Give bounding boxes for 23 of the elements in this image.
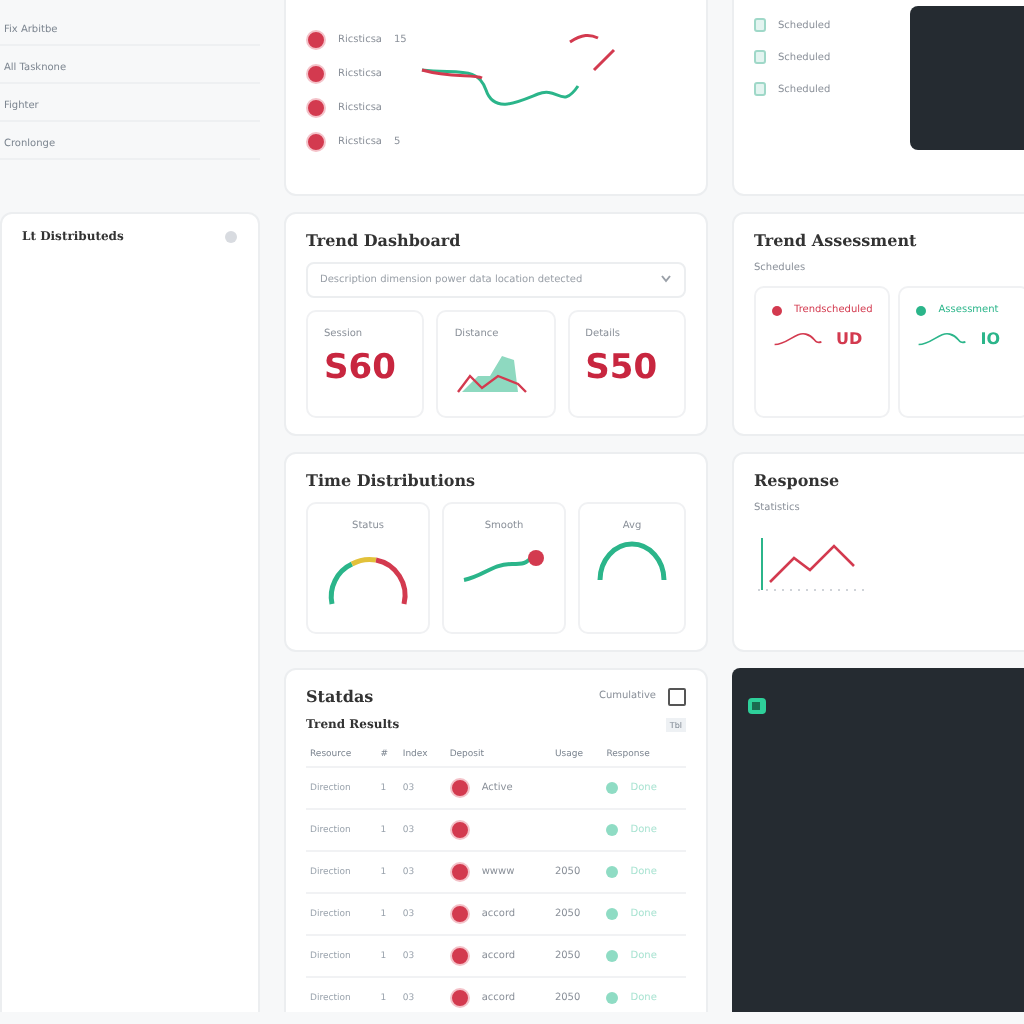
document-icon [754, 82, 766, 96]
card-title: Response [754, 470, 842, 490]
document-icon [754, 50, 766, 64]
status-icon [449, 820, 470, 840]
trend-value: IO [980, 329, 1001, 347]
status-icon [449, 946, 470, 966]
status-icon [449, 778, 470, 798]
document-icon [754, 18, 766, 32]
trend-value: UD [836, 329, 863, 347]
status-icon [449, 862, 470, 882]
checkbox[interactable] [668, 687, 686, 705]
gauge-drawing [596, 540, 668, 584]
app-icon [748, 698, 766, 714]
status-icon [449, 988, 470, 1008]
stat-value: S50 [585, 348, 658, 388]
card-title: Statdas [306, 686, 374, 706]
dark-panel [910, 6, 1024, 150]
status-icon [449, 904, 470, 924]
card-title: Trend Dashboard [306, 230, 463, 250]
stat-value: S60 [324, 348, 396, 388]
card-title: Time Distributions [306, 470, 478, 490]
card-title: Trend Assessment [754, 230, 919, 250]
caret-icon [660, 274, 672, 284]
